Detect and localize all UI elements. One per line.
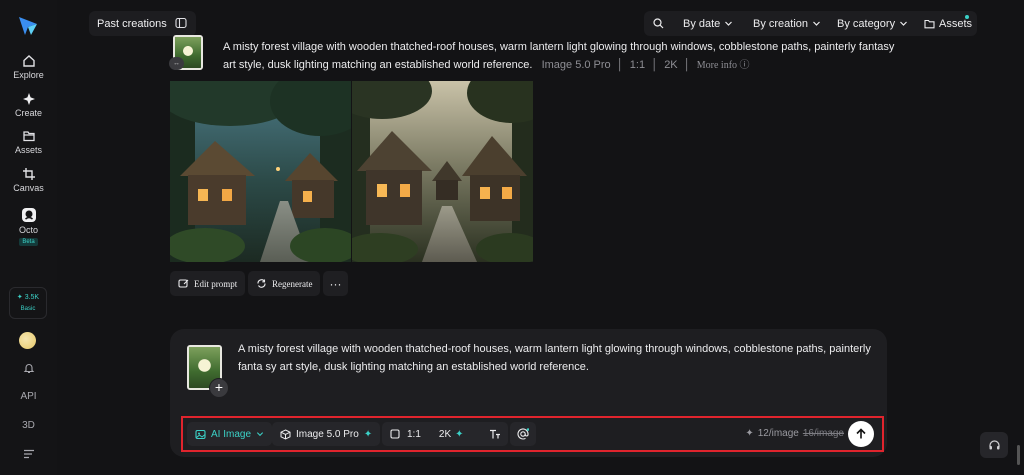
arrow-up-icon (856, 428, 866, 439)
add-reference-button[interactable]: + (209, 378, 229, 398)
reference-count-badge: ↔ (169, 57, 184, 70)
history-prompt: A misty forest village with wooden thatc… (223, 39, 903, 74)
type-selector[interactable]: AI Image (187, 422, 273, 446)
refresh-icon (257, 279, 266, 288)
sparkle-icon (22, 93, 35, 105)
filter-label: By creation (753, 17, 809, 30)
old-price-label: 16/image (802, 428, 844, 439)
scrollbar[interactable] (1017, 445, 1020, 465)
regenerate-label: Regenerate (272, 278, 313, 289)
filter-label: By date (683, 17, 721, 30)
credits-value: 3.5K (24, 294, 40, 301)
model-meta: Image 5.0 Pro │ 1:1 │ 2K │ (541, 58, 697, 71)
bell-icon (23, 364, 34, 374)
notification-button[interactable] (0, 362, 57, 374)
more-info-label: More info (696, 59, 738, 71)
sidebar-toggle-icon[interactable] (175, 17, 187, 29)
chevron-down-icon (900, 21, 908, 26)
at-icon (517, 428, 529, 440)
sidebar-item-label: Octo (18, 225, 38, 235)
chevron-down-icon (725, 21, 733, 26)
edit-icon (178, 279, 189, 288)
ratio-value: 1:1 (629, 58, 646, 71)
send-button[interactable] (848, 421, 874, 447)
octo-icon (21, 208, 36, 222)
3d-link[interactable]: 3D (0, 420, 57, 431)
square-icon (390, 429, 400, 439)
logo-icon[interactable] (17, 15, 39, 37)
folder-icon (22, 131, 35, 142)
sidebar-item-label: Assets (14, 145, 42, 155)
support-button[interactable] (980, 432, 1008, 458)
past-creations-button[interactable]: Past creations (89, 11, 196, 36)
model-label: Image 5.0 Pro (296, 428, 359, 440)
filter-toolbar: By date By creation By category Assets (644, 11, 977, 36)
sidebar-item-label: Explore (13, 70, 44, 80)
text-icon (490, 429, 500, 438)
plus-icon: + (214, 379, 224, 395)
search-button[interactable] (653, 18, 664, 29)
type-label: AI Image (211, 428, 252, 440)
sidebar: Explore Create Assets Canvas Octo Beta ✦… (0, 0, 57, 475)
filter-by-category[interactable]: By category (837, 18, 908, 30)
home-icon (22, 55, 35, 67)
generation-options-bar: AI Image Image 5.0 Pro ✦ 1:1 2K ✦ 2 ✦ 12… (181, 416, 884, 452)
resolution-label: 2K (438, 428, 452, 440)
mention-button[interactable] (510, 422, 536, 446)
sparkle-icon: ✦ (363, 428, 373, 440)
assets-label: Assets (939, 17, 973, 30)
sparkle-icon: ✦ (745, 428, 754, 439)
ratio-label: 1:1 (407, 428, 421, 440)
generated-image-2[interactable] (352, 81, 533, 262)
credits-badge[interactable]: ✦ 3.5K Basic (9, 287, 47, 319)
menu-button[interactable] (0, 449, 57, 459)
search-icon (653, 18, 664, 29)
chevron-down-icon (813, 21, 820, 26)
sidebar-item-label: Create (14, 108, 42, 118)
text-style-button[interactable] (482, 422, 508, 446)
generated-image-1[interactable] (170, 81, 351, 262)
sidebar-item-canvas[interactable]: Canvas (0, 167, 57, 193)
more-options-button[interactable]: ··· (323, 271, 348, 296)
sidebar-item-label: Canvas (13, 183, 44, 193)
model-name: Image 5.0 Pro (541, 58, 611, 71)
crop-icon (22, 168, 35, 180)
chevron-down-icon (256, 432, 264, 437)
price-label: 12/image (757, 428, 799, 439)
edit-prompt-button[interactable]: Edit prompt (170, 271, 246, 296)
sidebar-item-assets[interactable]: Assets (0, 129, 57, 155)
avatar[interactable] (19, 332, 36, 349)
api-link[interactable]: API (0, 391, 57, 402)
app-window: Explore Create Assets Canvas Octo Beta ✦… (0, 0, 1024, 475)
past-creations-label: Past creations (97, 17, 167, 30)
resolution-value: 2K (664, 58, 678, 71)
sidebar-item-create[interactable]: Create (0, 92, 57, 118)
filter-by-creation[interactable]: By creation (753, 18, 821, 30)
filter-by-date[interactable]: By date (683, 18, 733, 30)
sidebar-item-explore[interactable]: Explore (0, 54, 57, 80)
info-icon: ⓘ (739, 59, 750, 71)
prompt-input[interactable]: A misty forest village with wooden thatc… (238, 341, 878, 376)
filter-label: By category (837, 17, 896, 30)
sparkle-icon: ✦ (16, 294, 23, 301)
cube-icon (280, 428, 291, 440)
assets-button[interactable]: Assets (924, 18, 972, 30)
model-selector[interactable]: Image 5.0 Pro ✦ (272, 422, 381, 446)
menu-icon (23, 449, 34, 459)
plan-label: Basic (20, 306, 36, 312)
more-info-link[interactable]: More info ⓘ (697, 60, 750, 71)
regenerate-button[interactable]: Regenerate (248, 271, 321, 296)
beta-badge: Beta (19, 238, 38, 246)
more-icon: ··· (329, 276, 342, 291)
sparkle-icon: ✦ (455, 428, 464, 440)
sidebar-item-octo[interactable]: Octo Beta (0, 207, 57, 246)
headset-icon (988, 439, 1000, 449)
settings-selector[interactable]: 1:1 2K ✦ 2 (382, 422, 496, 446)
edit-prompt-label: Edit prompt (194, 278, 238, 289)
notification-dot (965, 15, 969, 19)
price-info: ✦ 12/image 16/image (745, 428, 844, 439)
image-icon (195, 429, 206, 439)
folder-icon (924, 19, 935, 28)
